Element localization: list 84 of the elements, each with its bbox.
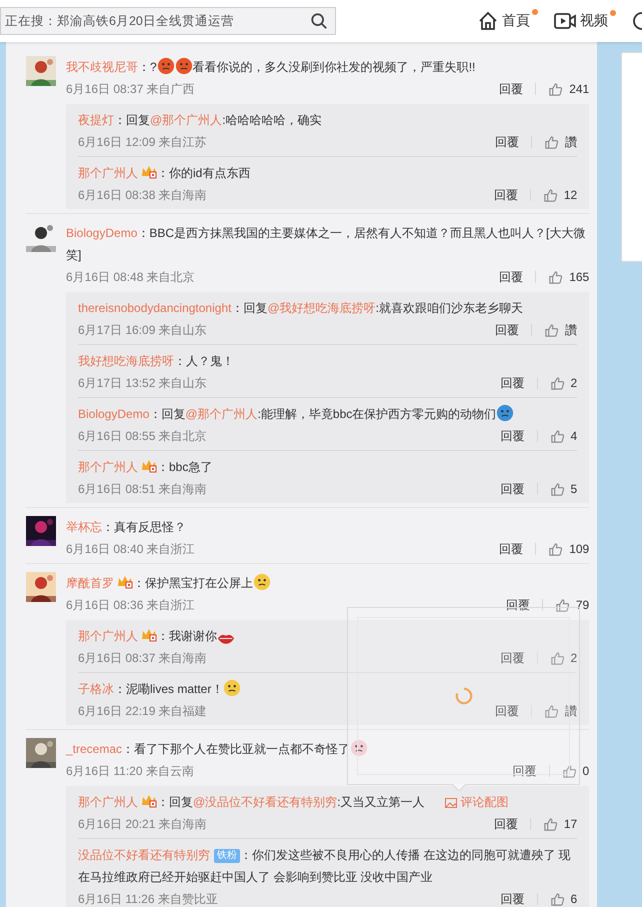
like-button[interactable]: 12 (542, 185, 578, 205)
vip-crown-icon (141, 459, 157, 473)
comment-time: 6月16日 08:37 来自海南 (78, 650, 208, 667)
reply-button[interactable]: 回覆 (500, 648, 525, 668)
comment-text: BiologyDemo：BBC是西方抹黑我国的主要媒体之一，居然有人不知道？而且黑人也叫人？[大大微笑] (66, 225, 586, 264)
comment-text: 我不歧视尼哥：? 看看你说的，多久没刷到你社发的视频了，严重失职!! (66, 56, 590, 78)
reply-button[interactable]: 回覆 (500, 426, 525, 446)
reply-text: 那个广州人 ：我谢谢你 (78, 625, 578, 647)
thumbs-up-icon (550, 892, 565, 906)
image-icon (444, 798, 457, 808)
thumbs-up-icon (550, 376, 565, 390)
comment-time: 6月16日 08:51 来自海南 (78, 481, 208, 498)
thumbs-up-icon (550, 650, 565, 666)
comment-text: 举杯忘：真有反思怪？ (66, 519, 187, 536)
reply-text: 子格冰：泥嘞lives matter！ (78, 678, 578, 700)
reply-button[interactable]: 回覆 (500, 373, 525, 393)
comment-time: 6月17日 16:09 来自山东 (78, 322, 208, 339)
reply-text: 那个广州人 ：你的id有点东西 (78, 164, 252, 182)
search-field[interactable]: 正在搜：郑渝高铁6月20日全线贯通运营 (0, 7, 336, 35)
thumbs-up-icon (542, 188, 558, 202)
comment-time: 6月16日 08:55 来自北京 (78, 428, 208, 445)
comment-time: 6月17日 13:52 来自山东 (78, 375, 208, 392)
reply-text: BiologyDemo：回复@那个广州人:能理解，毕竟bbc在保护西方零元购的动物们 (78, 403, 578, 425)
reply-button[interactable]: 回覆 (495, 320, 520, 340)
vip-crown-icon (141, 794, 157, 808)
like-button[interactable]: 109 (548, 539, 590, 559)
like-button[interactable]: 0 (562, 761, 590, 781)
like-button[interactable]: 讚 (544, 320, 578, 340)
video-icon (554, 12, 576, 30)
home-icon (478, 11, 498, 31)
comment-time: 6月16日 11:26 来自赞比亚 (78, 891, 219, 907)
comment-time: 6月16日 22:19 来自福建 (78, 703, 208, 720)
comment-text: 摩酰首罗 ：保护黑宝打在公屏上 (66, 572, 590, 594)
thumbs-up-icon (544, 134, 560, 150)
comment-time: 6月16日 11:20 来自云南 (66, 763, 195, 780)
vip-crown-icon (141, 628, 157, 642)
like-button[interactable]: 5 (550, 479, 578, 499)
thumbs-up-icon (562, 764, 577, 778)
thumbs-up-icon (548, 82, 564, 96)
nav-link[interactable]: 视频 (554, 12, 612, 30)
comment-time: 6月16日 08:38 来自海南 (78, 187, 208, 204)
reply-text: thereisnobodydancingtonight：回复@我好想吃海底捞呀:就喜欢跟咱们沙东老乡聊天 (78, 300, 524, 317)
thumbs-up-icon (548, 270, 564, 284)
fan-badge: 铁粉 (214, 849, 240, 863)
thumbs-up-icon (544, 704, 560, 718)
comment-time: 6月16日 20:21 来自海南 (78, 816, 208, 833)
thumbs-up-icon (550, 428, 565, 444)
comment-time: 6月16日 08:37 来自广西 (66, 81, 196, 98)
reply-button[interactable]: 回覆 (494, 185, 518, 205)
thumbs-up-icon (550, 482, 565, 496)
thumbs-up-icon (554, 598, 570, 612)
reply-button[interactable]: 回覆 (495, 701, 520, 721)
like-button[interactable]: 2 (550, 373, 578, 393)
like-button[interactable]: 165 (548, 267, 590, 287)
reply-button[interactable]: 回覆 (499, 539, 524, 559)
like-button[interactable]: 4 (550, 426, 578, 446)
reply-text: 我好想吃海底捞呀：人？鬼！ (78, 353, 235, 370)
reply-button[interactable]: 回覆 (499, 267, 524, 287)
reply-button[interactable]: 回覆 (499, 79, 524, 99)
reply-button[interactable]: 回覆 (500, 479, 525, 499)
reply-button[interactable]: 回覆 (494, 814, 518, 834)
like-button[interactable]: 17 (542, 814, 578, 834)
reply-text: 那个广州人 ：回复@没品位不好看还有特别穷:又当又立第一人 评论配图 (78, 793, 510, 811)
like-button[interactable]: 2 (550, 648, 578, 668)
comment-time: 6月16日 08:48 来自北京 (66, 269, 196, 286)
reply-text: 没品位不好看还有特别穷 铁粉 ：你们发这些被不良用心的人传播 在这边的同胞可就遭殃了 现在马拉维政府已经开始驱赶中国人了 会影响到赞比亚 没收中国产业 (78, 847, 572, 886)
reply-button[interactable]: 回覆 (495, 132, 520, 152)
like-button[interactable]: 讚 (544, 132, 578, 152)
like-button[interactable]: 241 (548, 79, 590, 99)
reply-text: 夜提灯：回复@那个广州人:哈哈哈哈哈，确实 (78, 112, 323, 129)
nav-link[interactable]: 首頁 (478, 11, 534, 31)
vip-crown-icon (117, 575, 133, 589)
thumbs-up-icon (542, 816, 558, 832)
reply-text: 那个广州人 ：bbc急了 (78, 458, 214, 476)
thumbs-up-icon (544, 322, 560, 338)
comment-time: 6月16日 08:36 来自浙江 (66, 597, 196, 614)
thumbs-up-icon (548, 542, 564, 556)
like-button[interactable]: 6 (550, 889, 578, 907)
search-icon (310, 12, 328, 30)
comment-time: 6月16日 08:40 来自浙江 (66, 541, 196, 558)
comment-time: 6月16日 12:09 来自江苏 (78, 134, 208, 151)
like-button[interactable]: 79 (554, 595, 590, 615)
reply-button[interactable]: 回覆 (500, 889, 525, 907)
vip-crown-icon (141, 165, 157, 179)
